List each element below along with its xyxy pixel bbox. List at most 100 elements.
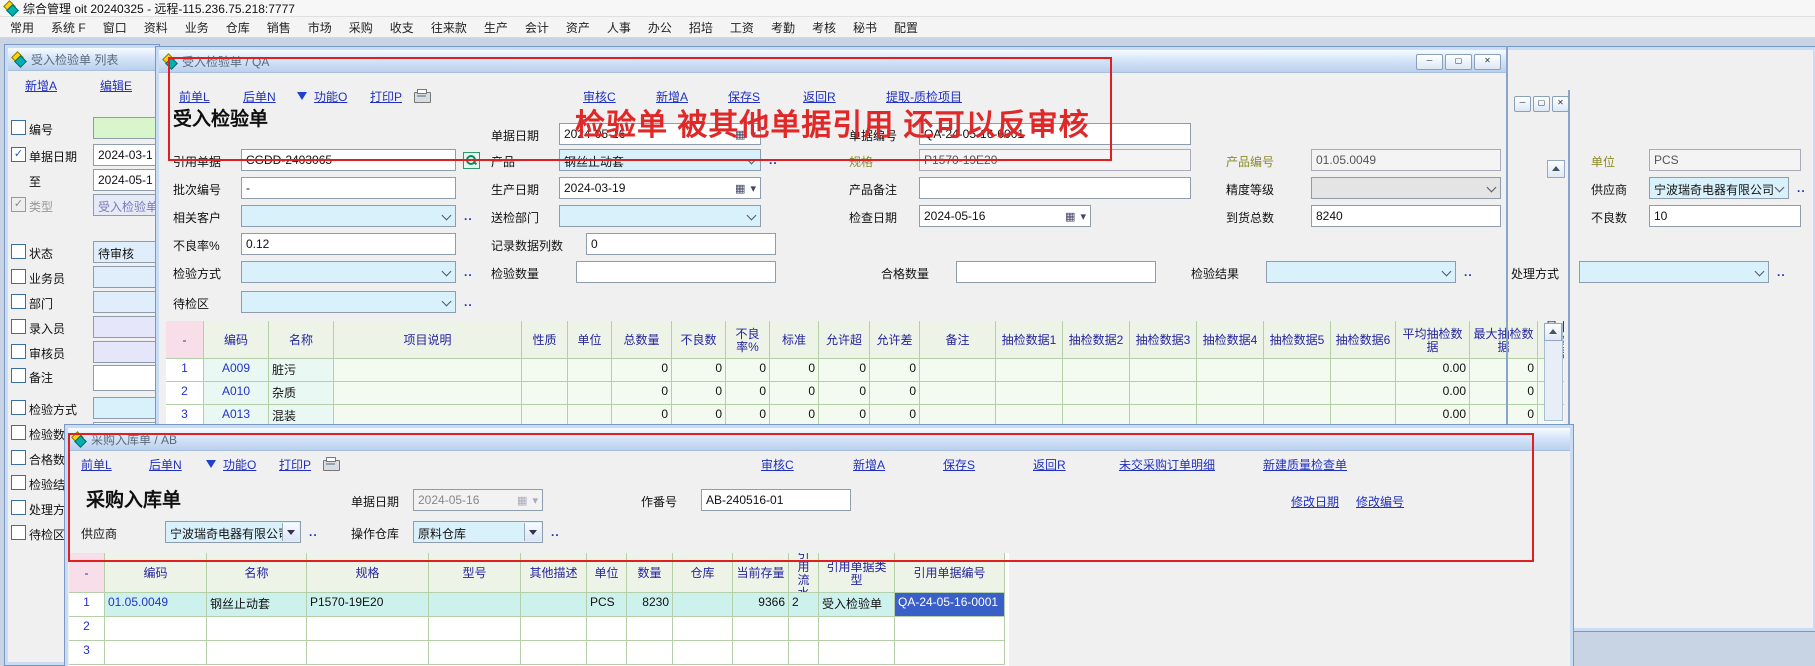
add-button[interactable]: 新增A — [656, 88, 688, 105]
column-header-5[interactable]: 其他描述 — [521, 553, 587, 593]
table-row-2-cell-0[interactable]: 2 — [166, 382, 204, 405]
table-row-1-cell-7[interactable]: 8230 — [627, 593, 673, 617]
table-row-3-cell-8[interactable] — [673, 641, 733, 665]
table-row-2-cell-11[interactable]: 0 — [870, 382, 920, 405]
table-row-1-cell-4[interactable] — [522, 359, 568, 382]
menu-item-12[interactable]: 生产 — [484, 19, 508, 36]
filter-field[interactable] — [93, 266, 160, 288]
list-window-titlebar[interactable]: 受入检验单 列表 — [8, 48, 156, 71]
inspect_dept-field[interactable] — [559, 205, 761, 227]
minimize-button[interactable]: ─ — [1514, 96, 1531, 112]
extract-button[interactable]: 提取-质检项目 — [886, 88, 962, 105]
column-header-14[interactable]: 抽检数据2 — [1063, 321, 1130, 359]
arrive_qty-field[interactable]: 8240 — [1311, 205, 1501, 227]
func-button[interactable]: 功能O — [314, 88, 347, 105]
more-options-button[interactable]: .. — [1797, 181, 1806, 195]
more-options-button[interactable]: .. — [464, 209, 473, 223]
chevron-down-icon[interactable] — [1755, 267, 1765, 277]
close-button[interactable]: ✕ — [1474, 54, 1501, 70]
chevron-down-icon[interactable] — [1442, 267, 1452, 277]
filter-checkbox-13[interactable] — [11, 450, 26, 465]
table-row-1-cell-9[interactable]: 0 — [770, 359, 819, 382]
scroll-up-button[interactable] — [1547, 160, 1565, 178]
table-row-1-cell-12[interactable]: QA-24-05-16-0001 — [895, 593, 1005, 617]
table-row-3-cell-2[interactable] — [207, 641, 307, 665]
column-header-8[interactable]: 仓库 — [673, 553, 733, 593]
table-row-1-cell-2[interactable]: 钢丝止动套 — [207, 593, 307, 617]
defect_qty-field[interactable]: 10 — [1649, 205, 1801, 227]
column-header-4[interactable]: 性质 — [522, 321, 568, 359]
menu-item-18[interactable]: 工资 — [730, 19, 754, 36]
column-header-16[interactable]: 抽检数据4 — [1197, 321, 1264, 359]
menu-item-3[interactable]: 窗口 — [103, 19, 127, 36]
table-row-1-cell-3[interactable] — [334, 359, 522, 382]
calendar-icon[interactable]: ▦ ▾ — [735, 128, 757, 141]
audit-button[interactable]: 审核C — [583, 88, 616, 105]
chevron-down-icon[interactable] — [747, 155, 757, 165]
column-header-9[interactable]: 标准 — [770, 321, 819, 359]
table-row-1-cell-15[interactable] — [1130, 359, 1197, 382]
table-row-1-cell-3[interactable]: P1570-19E20 — [307, 593, 429, 617]
table-row-1-cell-10[interactable]: 2 — [789, 593, 819, 617]
table-row-3-cell-6[interactable] — [587, 641, 627, 665]
doc_date-field[interactable]: 2024-05-16▦ ▾ — [413, 489, 543, 511]
filter-checkbox-12[interactable] — [11, 425, 26, 440]
filter-checkbox-16[interactable] — [11, 525, 26, 540]
menu-item-14[interactable]: 资产 — [566, 19, 590, 36]
table-row-2-cell-13[interactable] — [996, 382, 1063, 405]
print-button[interactable]: 打印P — [279, 456, 311, 473]
filter-checkbox-6[interactable] — [11, 269, 26, 284]
add-button[interactable]: 新增A — [853, 456, 885, 473]
chevron-down-icon[interactable] — [442, 267, 452, 277]
list-add-button[interactable]: 新增A — [25, 77, 57, 94]
table-row-2-cell-10[interactable]: 0 — [819, 382, 870, 405]
column-header-12[interactable]: 备注 — [920, 321, 996, 359]
table-row-2-cell-17[interactable] — [1264, 382, 1331, 405]
column-header-0[interactable]: - — [166, 321, 204, 359]
batch_no-field[interactable]: - — [241, 177, 456, 199]
column-header-4[interactable]: 型号 — [429, 553, 521, 593]
menu-item-2[interactable]: 系统 F — [51, 19, 86, 36]
menu-item-20[interactable]: 考核 — [812, 19, 836, 36]
column-header-2[interactable]: 名称 — [269, 321, 334, 359]
work_no-field[interactable]: AB-240516-01 — [701, 489, 851, 511]
filter-field[interactable]: 2024-03-1 — [93, 144, 160, 166]
filter-field[interactable]: 2024-05-1 — [93, 169, 160, 191]
printer-icon[interactable] — [323, 460, 340, 471]
table-row-2-cell-9[interactable]: 0 — [770, 382, 819, 405]
table-row-1-cell-7[interactable]: 0 — [672, 359, 726, 382]
search-icon[interactable] — [463, 152, 480, 169]
column-header-0[interactable]: - — [69, 553, 105, 593]
calendar-icon[interactable]: ▦ ▾ — [735, 182, 757, 195]
column-header-8[interactable]: 不良 率% — [726, 321, 770, 359]
table-row-2-cell-3[interactable] — [307, 617, 429, 641]
unfinished-button[interactable]: 未交采购订单明细 — [1119, 456, 1215, 473]
chevron-down-icon[interactable] — [1487, 183, 1497, 193]
ref_doc-field[interactable]: CGDD-2403065 — [241, 149, 456, 171]
menu-item-17[interactable]: 招培 — [689, 19, 713, 36]
customer-field[interactable] — [241, 205, 456, 227]
column-header-19[interactable]: 平均抽检数据 — [1396, 321, 1470, 359]
next-button[interactable]: 后单N — [243, 88, 276, 105]
table-row-1-cell-11[interactable]: 受入检验单 — [819, 593, 895, 617]
save-button[interactable]: 保存S — [728, 88, 760, 105]
table-row-1-cell-4[interactable] — [429, 593, 521, 617]
chevron-down-icon[interactable] — [442, 297, 452, 307]
table-row-2-cell-1[interactable] — [105, 617, 207, 641]
column-header-9[interactable]: 当前存量 — [733, 553, 789, 593]
next-button[interactable]: 后单N — [149, 456, 182, 473]
product_no-field[interactable]: 01.05.0049 — [1311, 149, 1501, 171]
table-row-1-cell-20[interactable]: 0 — [1470, 359, 1538, 382]
table-row-1-cell-9[interactable]: 9366 — [733, 593, 789, 617]
edit-date-link[interactable]: 修改日期 — [1291, 493, 1339, 510]
table-row-3-cell-5[interactable] — [521, 641, 587, 665]
column-header-18[interactable]: 抽检数据6 — [1331, 321, 1396, 359]
menu-item-11[interactable]: 往来款 — [431, 19, 467, 36]
table-row-2-cell-3[interactable] — [334, 382, 522, 405]
supplier-field[interactable]: 宁波瑞奇电器有限公司 — [165, 521, 301, 543]
filter-checkbox-1[interactable] — [11, 120, 26, 135]
table-row-1-cell-2[interactable]: 脏污 — [269, 359, 334, 382]
filter-checkbox-11[interactable] — [11, 400, 26, 415]
table-vertical-scrollbar[interactable] — [1544, 323, 1563, 421]
ab-window-titlebar[interactable]: 采购入库单 / AB — [68, 428, 1570, 451]
